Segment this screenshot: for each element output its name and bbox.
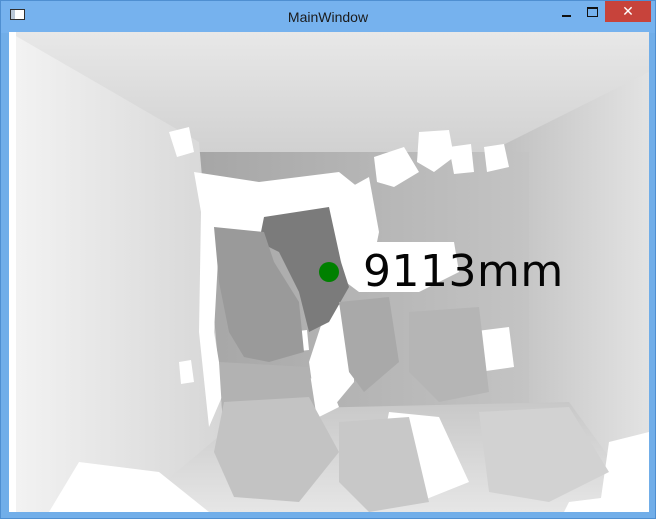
depth-image-view[interactable]: 9113mm	[9, 32, 649, 512]
minimize-button[interactable]	[553, 1, 579, 22]
maximize-icon	[586, 6, 598, 17]
main-window: MainWindow ✕ 9113mm	[0, 0, 656, 519]
title-bar[interactable]: MainWindow ✕	[1, 1, 655, 33]
close-icon: ✕	[622, 3, 634, 20]
measurement-point-marker	[319, 262, 339, 282]
distance-readout: 9113mm	[363, 246, 564, 297]
minimize-icon	[561, 14, 571, 17]
close-button[interactable]: ✕	[605, 1, 651, 22]
maximize-button[interactable]	[579, 1, 605, 22]
